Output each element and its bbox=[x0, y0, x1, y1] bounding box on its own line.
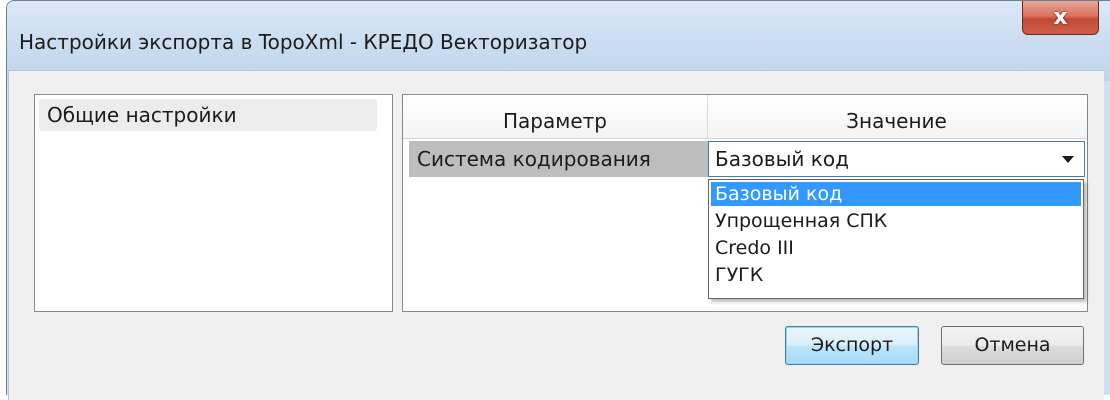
dropdown-option-simplified-spk[interactable]: Упрощенная СПК bbox=[711, 209, 1081, 233]
column-header-value[interactable]: Значение bbox=[708, 95, 1085, 138]
property-name-encoding-system[interactable]: Система кодирования bbox=[409, 141, 708, 177]
encoding-system-dropdown-list: Базовый код Упрощенная СПК Credo III ГУГ… bbox=[708, 179, 1084, 299]
combobox-value: Базовый код bbox=[715, 147, 849, 171]
dropdown-option-gugk[interactable]: ГУГК bbox=[711, 263, 1081, 287]
category-item-general[interactable]: Общие настройки bbox=[39, 99, 377, 131]
close-icon: x bbox=[1053, 5, 1068, 30]
title-bar[interactable]: Настройки экспорта в TopoXml - КРЕДО Век… bbox=[7, 1, 1110, 81]
close-button[interactable]: x bbox=[1022, 1, 1099, 35]
grid-header: Параметр Значение bbox=[403, 95, 1087, 139]
dropdown-option-credo-iii[interactable]: Credo III bbox=[711, 236, 1081, 260]
window-title: Настройки экспорта в TopoXml - КРЕДО Век… bbox=[19, 30, 588, 54]
export-button[interactable]: Экспорт bbox=[785, 326, 919, 365]
encoding-system-combobox[interactable]: Базовый код bbox=[708, 141, 1085, 177]
cancel-button[interactable]: Отмена bbox=[941, 326, 1084, 365]
chevron-down-icon[interactable] bbox=[1062, 156, 1074, 163]
dropdown-option-base-code[interactable]: Базовый код bbox=[711, 182, 1081, 206]
column-header-parameter[interactable]: Параметр bbox=[403, 95, 708, 138]
settings-category-list[interactable]: Общие настройки bbox=[34, 94, 393, 312]
